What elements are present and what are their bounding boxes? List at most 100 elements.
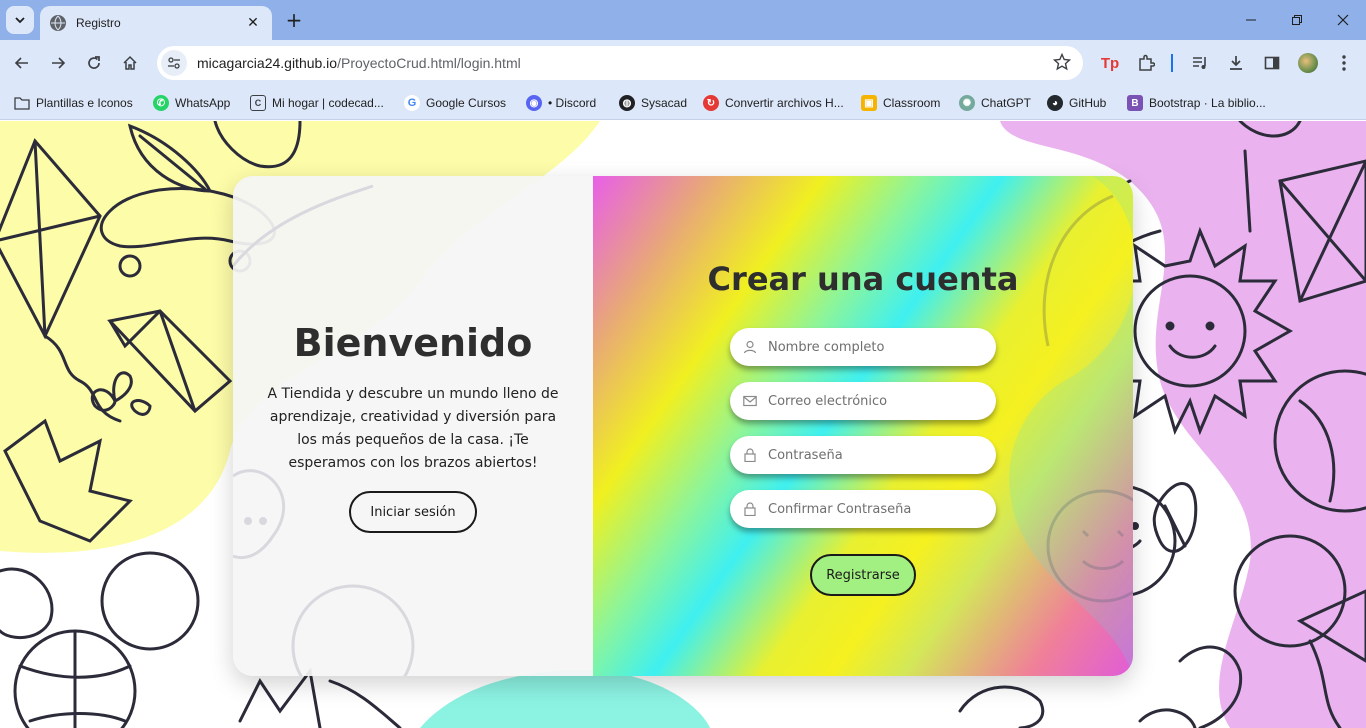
envelope-icon <box>742 393 758 409</box>
bookmark-label: Plantillas e Iconos <box>36 96 133 110</box>
reload-button[interactable] <box>80 49 108 77</box>
browser-toolbar: micagarcia24.github.io/ProyectoCrud.html… <box>0 40 1366 86</box>
download-icon <box>1230 56 1242 70</box>
home-button[interactable] <box>116 49 144 77</box>
chevron-down-icon <box>15 17 25 24</box>
extension-tp-button[interactable]: Tp <box>1096 49 1124 77</box>
bookmarks-bar: Plantillas e Iconos ✆ WhatsApp C Mi hoga… <box>0 86 1366 120</box>
bookmark-label: Google Cursos <box>426 96 507 110</box>
folder-icon <box>14 95 30 111</box>
downloads-button[interactable] <box>1222 49 1250 77</box>
minimize-button[interactable] <box>1228 0 1274 40</box>
minimize-icon <box>1246 19 1256 21</box>
bootstrap-icon: B <box>1127 95 1143 111</box>
whatsapp-icon: ✆ <box>153 95 169 111</box>
register-title: Crear una cuenta <box>707 260 1019 298</box>
password-field[interactable] <box>730 436 996 474</box>
close-icon <box>1337 14 1349 26</box>
url-path: /ProyectoCrud.html/login.html <box>337 55 521 71</box>
tab-search-button[interactable] <box>6 6 34 34</box>
bookmark-label: ChatGPT <box>981 96 1032 110</box>
tab-title: Registro <box>76 16 121 30</box>
profile-button[interactable] <box>1294 49 1322 77</box>
extensions-button[interactable] <box>1132 49 1160 77</box>
fullname-input[interactable] <box>768 339 978 355</box>
restore-icon <box>1292 15 1302 25</box>
bookmark-label: Bootstrap · La biblio... <box>1149 96 1266 110</box>
codecademy-icon: C <box>250 95 266 111</box>
bookmark-label: GitHub <box>1069 96 1107 110</box>
lock-icon <box>742 447 758 463</box>
back-button[interactable] <box>8 49 36 77</box>
bookmark-classroom[interactable]: ▣ Classroom <box>861 93 940 113</box>
confirm-password-field[interactable] <box>730 490 996 528</box>
bookmark-sysacad[interactable]: ◍ Sysacad <box>619 93 687 113</box>
globe-icon <box>50 15 66 31</box>
toolbar-divider <box>1171 54 1173 72</box>
bookmark-chatgpt[interactable]: ✺ ChatGPT <box>959 93 1031 113</box>
chatgpt-icon: ✺ <box>959 95 975 111</box>
classroom-icon: ▣ <box>861 95 877 111</box>
site-info-button[interactable] <box>161 50 187 76</box>
lock-icon <box>742 501 758 517</box>
globe-icon: ◍ <box>619 95 635 111</box>
welcome-title: Bienvenido <box>293 321 533 365</box>
forward-button[interactable] <box>44 49 72 77</box>
reading-list-button[interactable] <box>1186 49 1214 77</box>
bookmark-label: Classroom <box>883 96 941 110</box>
bookmark-bootstrap[interactable]: B Bootstrap · La biblio... <box>1127 93 1266 113</box>
convert-icon: ↻ <box>703 95 719 111</box>
arrow-right-icon <box>52 57 66 69</box>
right-panel-faint-doodles <box>1009 176 1133 676</box>
email-input[interactable] <box>768 393 978 409</box>
close-tab-icon[interactable]: ✕ <box>244 15 262 31</box>
page-viewport: Bienvenido A Tiendida y descubre un mund… <box>0 121 1366 728</box>
playlist-icon <box>1193 57 1206 69</box>
menu-button[interactable] <box>1330 49 1358 77</box>
address-bar[interactable]: micagarcia24.github.io/ProyectoCrud.html… <box>157 46 1083 80</box>
welcome-panel: Bienvenido A Tiendida y descubre un mund… <box>233 176 593 676</box>
star-icon[interactable] <box>1053 53 1071 71</box>
bookmark-codecademy[interactable]: C Mi hogar | codecad... <box>250 93 384 113</box>
bookmark-label: WhatsApp <box>175 96 231 110</box>
fullname-field[interactable] <box>730 328 996 366</box>
bookmark-plantillas[interactable]: Plantillas e Iconos <box>14 93 133 113</box>
register-panel: Crear una cuenta Nombre completo Correo … <box>593 176 1133 676</box>
register-card: Bienvenido A Tiendida y descubre un mund… <box>233 176 1133 676</box>
home-icon <box>123 55 137 70</box>
github-icon: ◕ <box>1047 95 1063 111</box>
tune-icon <box>168 57 180 69</box>
url-text[interactable]: micagarcia24.github.io/ProyectoCrud.html… <box>197 55 521 71</box>
new-tab-button[interactable]: + <box>282 8 306 32</box>
side-panel-icon <box>1264 56 1280 70</box>
bookmark-whatsapp[interactable]: ✆ WhatsApp <box>153 93 230 113</box>
bookmark-discord[interactable]: ◉ • Discord <box>526 93 596 113</box>
bookmark-label: Sysacad <box>641 96 688 110</box>
url-host: micagarcia24.github.io <box>197 55 338 71</box>
confirm-password-input[interactable] <box>768 501 978 517</box>
login-button[interactable]: Iniciar sesión <box>349 491 477 533</box>
close-window-button[interactable] <box>1320 0 1366 40</box>
discord-icon: ◉ <box>526 95 542 111</box>
puzzle-icon <box>1139 54 1155 71</box>
email-field[interactable] <box>730 382 996 420</box>
more-vertical-icon <box>1342 55 1346 71</box>
tp-extension-icon: Tp <box>1100 54 1120 72</box>
register-button[interactable]: Registrarse <box>810 554 916 596</box>
browser-tab-active[interactable]: Registro ✕ <box>40 6 272 40</box>
restore-button[interactable] <box>1274 0 1320 40</box>
password-input[interactable] <box>768 447 978 463</box>
welcome-description: A Tiendida y descubre un mundo lleno de … <box>267 386 559 471</box>
bookmark-label: Mi hogar | codecad... <box>272 96 384 110</box>
bookmark-google-cursos[interactable]: G Google Cursos <box>404 93 506 113</box>
bookmark-github[interactable]: ◕ GitHub <box>1047 93 1106 113</box>
teal-blob <box>420 670 710 728</box>
bookmark-label: Convertir archivos H... <box>725 96 844 110</box>
google-icon: G <box>404 95 420 111</box>
avatar <box>1298 53 1318 73</box>
star-doodle <box>238 667 322 728</box>
bookmark-convertir[interactable]: ↻ Convertir archivos H... <box>703 93 844 113</box>
bookmark-label: • Discord <box>548 96 597 110</box>
user-icon <box>742 339 758 355</box>
side-panel-button[interactable] <box>1258 49 1286 77</box>
